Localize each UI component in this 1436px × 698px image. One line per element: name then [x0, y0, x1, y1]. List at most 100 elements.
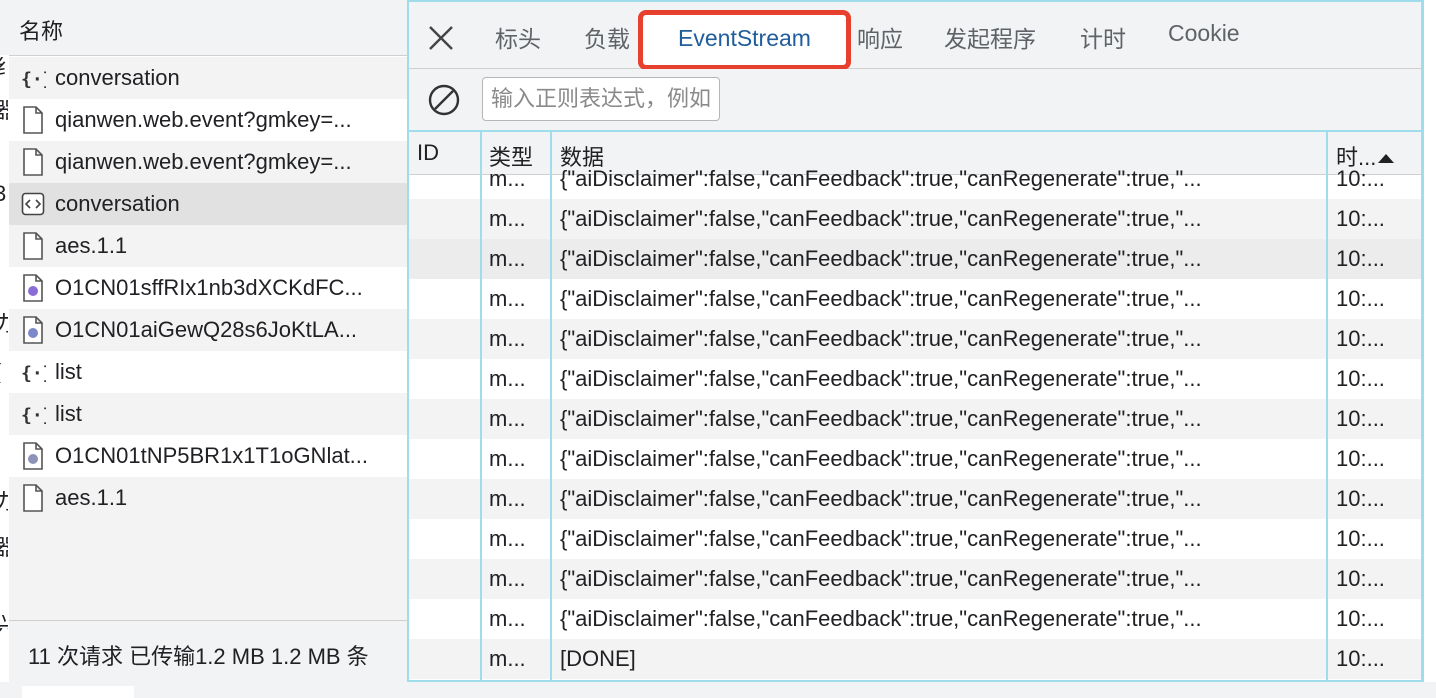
cell-time: 10:... — [1336, 606, 1385, 631]
close-detail-button[interactable] — [423, 20, 459, 56]
cell-type: m... — [489, 206, 526, 231]
document-icon — [19, 105, 47, 135]
cell-type: m... — [489, 526, 526, 551]
tab-initiator[interactable]: 发起程序 — [944, 20, 1036, 54]
name-column-header[interactable]: 名称 — [0, 0, 407, 56]
close-icon — [429, 26, 453, 50]
edge-glyph: 力 — [0, 491, 8, 513]
tab-eventstream-label: EventStream — [678, 25, 811, 51]
edge-glyph: ( — [0, 361, 8, 383]
json-braces-icon: {·} — [19, 399, 47, 429]
edge-glyph: 器 — [0, 537, 8, 559]
svg-text:{·}: {·} — [21, 69, 46, 90]
edge-glyph: 兴 — [0, 615, 8, 637]
cell-time: 10:... — [1336, 406, 1385, 431]
message-row[interactable]: m... {"aiDisclaimer":false,"canFeedback"… — [409, 439, 1421, 479]
name-column-label: 名称 — [19, 19, 64, 44]
request-list-panel: 名称 纟 器 3 力 ( 力 器 兴 {·} conversation qian… — [0, 0, 407, 698]
cell-data: {"aiDisclaimer":false,"canFeedback":true… — [560, 366, 1202, 391]
json-braces-icon: {·} — [19, 357, 47, 387]
cell-time: 10:... — [1336, 166, 1385, 191]
cell-type: m... — [489, 566, 526, 591]
tab-headers[interactable]: 标头 — [495, 20, 541, 54]
message-row[interactable]: m... {"aiDisclaimer":false,"canFeedback"… — [409, 519, 1421, 559]
image-file-icon — [19, 273, 47, 303]
message-row[interactable]: m... {"aiDisclaimer":false,"canFeedback"… — [409, 399, 1421, 439]
request-item[interactable]: qianwen.web.event?gmkey=... — [9, 141, 407, 183]
tab-eventstream[interactable]: EventStream — [638, 10, 851, 70]
cell-time: 10:... — [1336, 566, 1385, 591]
document-icon — [19, 147, 47, 177]
detail-tabs: 标头 负载 EventStream 响应 发起程序 计时 Cookie — [409, 2, 1421, 70]
message-row[interactable]: m... {"aiDisclaimer":false,"canFeedback"… — [409, 479, 1421, 519]
bottom-tab[interactable] — [22, 686, 134, 698]
cell-time: 10:... — [1336, 286, 1385, 311]
tab-timing[interactable]: 计时 — [1080, 20, 1126, 54]
request-name: list — [55, 359, 82, 384]
message-row[interactable]: m... {"aiDisclaimer":false,"canFeedback"… — [409, 559, 1421, 599]
cell-time: 10:... — [1336, 446, 1385, 471]
image-file-icon — [19, 315, 47, 345]
request-name: O1CN01aiGewQ28s6JoKtLA... — [55, 317, 358, 342]
cell-time: 10:... — [1336, 366, 1385, 391]
message-row[interactable]: m... {"aiDisclaimer":false,"canFeedback"… — [409, 359, 1421, 399]
edge-glyph: 力 — [0, 313, 8, 335]
cell-data: {"aiDisclaimer":false,"canFeedback":true… — [560, 526, 1202, 551]
cell-time: 10:... — [1336, 646, 1385, 671]
tab-response[interactable]: 响应 — [857, 20, 903, 54]
message-row[interactable]: m... [DONE] 10:... — [409, 639, 1421, 679]
svg-text:{·}: {·} — [21, 363, 46, 384]
cell-time: 10:... — [1336, 246, 1385, 271]
cell-time: 10:... — [1336, 326, 1385, 351]
request-item[interactable]: {·} conversation — [9, 57, 407, 99]
request-item[interactable]: qianwen.web.event?gmkey=... — [9, 99, 407, 141]
request-item-selected[interactable]: conversation — [9, 183, 407, 225]
request-item[interactable]: {·} list — [9, 393, 407, 435]
cell-type: m... — [489, 326, 526, 351]
request-name: qianwen.web.event?gmkey=... — [55, 149, 352, 174]
request-item[interactable]: aes.1.1 — [9, 225, 407, 267]
image-file-icon — [19, 441, 47, 471]
request-name: list — [55, 401, 82, 426]
message-row[interactable]: m... {"aiDisclaimer":false,"canFeedback"… — [409, 239, 1421, 279]
clear-messages-button[interactable] — [427, 83, 461, 117]
cell-data: {"aiDisclaimer":false,"canFeedback":true… — [560, 286, 1202, 311]
status-bar: 11 次请求 已传输1.2 MB 1.2 MB 条 — [9, 620, 407, 683]
column-divider[interactable] — [550, 132, 552, 682]
cell-data: {"aiDisclaimer":false,"canFeedback":true… — [560, 166, 1202, 191]
filter-regex-input[interactable] — [482, 77, 720, 121]
request-list: {·} conversation qianwen.web.event?gmkey… — [9, 57, 407, 519]
cell-data: {"aiDisclaimer":false,"canFeedback":true… — [560, 566, 1202, 591]
cell-data: {"aiDisclaimer":false,"canFeedback":true… — [560, 486, 1202, 511]
column-divider[interactable] — [480, 132, 482, 682]
cell-type: m... — [489, 606, 526, 631]
request-item[interactable]: O1CN01aiGewQ28s6JoKtLA... — [9, 309, 407, 351]
drawer-bottom-bar — [0, 682, 1436, 698]
message-row[interactable]: m... {"aiDisclaimer":false,"canFeedback"… — [409, 279, 1421, 319]
cell-type: m... — [489, 286, 526, 311]
request-item[interactable]: O1CN01sffRIx1nb3dXCKdFC... — [9, 267, 407, 309]
request-name: O1CN01sffRIx1nb3dXCKdFC... — [55, 275, 363, 300]
request-item[interactable]: O1CN01tNP5BR1x1T1oGNlat... — [9, 435, 407, 477]
request-item[interactable]: aes.1.1 — [9, 477, 407, 519]
tab-cookies[interactable]: Cookie — [1168, 20, 1240, 47]
request-name: conversation — [55, 65, 180, 90]
message-row[interactable]: m... {"aiDisclaimer":false,"canFeedback"… — [409, 199, 1421, 239]
message-row[interactable]: m... {"aiDisclaimer":false,"canFeedback"… — [409, 599, 1421, 639]
code-brackets-icon — [19, 189, 47, 219]
request-item[interactable]: {·} list — [9, 351, 407, 393]
message-row[interactable]: m... {"aiDisclaimer":false,"canFeedback"… — [409, 166, 1421, 199]
cell-data: [DONE] — [560, 646, 636, 671]
column-divider[interactable] — [1326, 132, 1328, 682]
cell-data: {"aiDisclaimer":false,"canFeedback":true… — [560, 606, 1202, 631]
request-name: qianwen.web.event?gmkey=... — [55, 107, 352, 132]
svg-text:{·}: {·} — [21, 405, 46, 426]
cell-data: {"aiDisclaimer":false,"canFeedback":true… — [560, 246, 1202, 271]
tab-payload[interactable]: 负载 — [584, 20, 630, 54]
cell-time: 10:... — [1336, 486, 1385, 511]
column-header-id[interactable]: ID — [417, 140, 439, 166]
document-icon — [19, 483, 47, 513]
message-row[interactable]: m... {"aiDisclaimer":false,"canFeedback"… — [409, 319, 1421, 359]
eventstream-grid: ID 类型 数据 时... m... {"aiDisclaimer":false… — [409, 132, 1421, 682]
request-name: conversation — [55, 191, 180, 216]
